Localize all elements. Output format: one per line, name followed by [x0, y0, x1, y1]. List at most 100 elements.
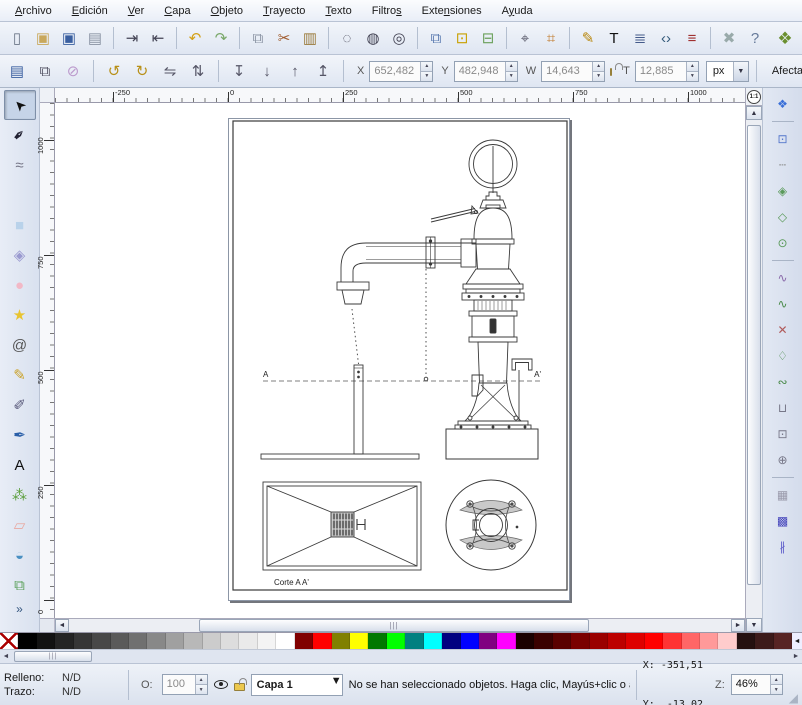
color-swatch[interactable]: [184, 633, 202, 649]
color-swatch[interactable]: [755, 633, 773, 649]
color-swatch[interactable]: [516, 633, 534, 649]
snap-smooth-nodes-icon[interactable]: ∾: [769, 370, 797, 394]
snap-bbox-corners-icon[interactable]: ◈: [769, 179, 797, 203]
vertical-scroll-track[interactable]: [746, 120, 762, 618]
snap-bbox-icon[interactable]: ⊡: [769, 127, 797, 151]
horizontal-scrollbar[interactable]: ◄ ||| ►: [40, 618, 745, 632]
color-swatch[interactable]: [553, 633, 571, 649]
color-swatch[interactable]: [774, 633, 792, 649]
ellipse-tool[interactable]: ●: [4, 270, 36, 300]
y-field-spinners[interactable]: ▲▼: [505, 62, 517, 81]
color-swatch[interactable]: [718, 633, 736, 649]
height-field-spinners[interactable]: ▲▼: [686, 62, 698, 81]
color-swatch[interactable]: [111, 633, 129, 649]
flip-horizontal-icon[interactable]: ⇋: [157, 58, 183, 84]
palette-overflow-arrow[interactable]: ◄: [792, 633, 802, 649]
rotate-ccw-icon[interactable]: ↺: [101, 58, 127, 84]
snap-paths-icon[interactable]: ∿: [769, 292, 797, 316]
menu-extensiones[interactable]: Extensiones: [413, 2, 491, 20]
color-swatch[interactable]: [442, 633, 460, 649]
calligraphy-tool[interactable]: ✒: [4, 420, 36, 450]
color-swatch[interactable]: [147, 633, 165, 649]
new-document-icon[interactable]: ▯: [4, 25, 30, 51]
import-icon[interactable]: ⇥: [119, 25, 145, 51]
zoom-drawing-icon[interactable]: ◍: [360, 25, 386, 51]
menu-archivo[interactable]: Archivo: [6, 2, 61, 20]
horizontal-scroll-thumb[interactable]: |||: [199, 619, 589, 632]
fill-stroke-icon[interactable]: ✎: [575, 25, 601, 51]
selector-tool[interactable]: ➤: [4, 90, 36, 120]
snap-bbox-edges-icon[interactable]: ┄: [769, 153, 797, 177]
bucket-tool[interactable]: ◒: [4, 540, 36, 570]
palette-scroll-left-arrow[interactable]: ◄: [0, 653, 12, 660]
snap-rotation-center-icon[interactable]: ⊕: [769, 448, 797, 472]
unlink-clone-icon[interactable]: ⊟: [475, 25, 501, 51]
color-swatch[interactable]: [737, 633, 755, 649]
horizontal-scroll-track[interactable]: |||: [69, 619, 731, 632]
rotate-cw-icon[interactable]: ↻: [129, 58, 155, 84]
box3d-tool[interactable]: ◈: [4, 240, 36, 270]
snap-grid-icon[interactable]: ▩: [769, 509, 797, 533]
color-swatch[interactable]: [129, 633, 147, 649]
vertical-ruler[interactable]: 10007505002500: [40, 103, 55, 618]
redo-icon[interactable]: ↷: [208, 25, 234, 51]
save-document-icon[interactable]: ▣: [56, 25, 82, 51]
snap-bbox-centers-icon[interactable]: ⊙: [769, 231, 797, 255]
color-swatch[interactable]: [239, 633, 257, 649]
color-swatch[interactable]: [295, 633, 313, 649]
spray-tool[interactable]: ⁂: [4, 480, 36, 510]
preferences-icon[interactable]: ✖: [716, 25, 742, 51]
width-field[interactable]: 14,643 ▲▼: [541, 61, 605, 82]
scroll-left-arrow[interactable]: ◄: [55, 619, 69, 632]
snap-guides-icon[interactable]: ∦: [769, 535, 797, 559]
snap-intersections-icon[interactable]: ✕: [769, 318, 797, 342]
spiral-tool[interactable]: @: [4, 330, 36, 360]
color-swatch[interactable]: [37, 633, 55, 649]
menu-texto[interactable]: Texto: [316, 2, 360, 20]
cut-icon[interactable]: ✂: [271, 25, 297, 51]
snap-page-border-icon[interactable]: ▦: [769, 483, 797, 507]
pencil-tool[interactable]: ✎: [4, 360, 36, 390]
undo-icon[interactable]: ↶: [182, 25, 208, 51]
zoom-page-icon[interactable]: ◎: [386, 25, 412, 51]
layer-dropdown[interactable]: Capa 1 ▼: [251, 674, 343, 696]
zoom-selection-icon[interactable]: ◌: [334, 25, 360, 51]
text-tool[interactable]: A: [4, 450, 36, 480]
color-swatch[interactable]: [461, 633, 479, 649]
palette-scroll-right-arrow[interactable]: ►: [790, 653, 802, 660]
color-swatch[interactable]: [92, 633, 110, 649]
canvas-viewport[interactable]: A A' Corte A A': [55, 103, 745, 618]
swatch-none[interactable]: [0, 633, 18, 649]
select-all-layers-icon[interactable]: ⧉: [32, 58, 58, 84]
color-swatch[interactable]: [221, 633, 239, 649]
x-field[interactable]: 652,482 ▲▼: [369, 61, 433, 82]
color-swatch[interactable]: [18, 633, 36, 649]
color-swatch[interactable]: [368, 633, 386, 649]
color-swatch[interactable]: [350, 633, 368, 649]
opacity-field[interactable]: 100 ▲▼: [162, 674, 208, 695]
bezier-tool[interactable]: ✐: [4, 390, 36, 420]
text-dialog-icon[interactable]: T: [601, 25, 627, 51]
height-field[interactable]: 12,885 ▲▼: [635, 61, 699, 82]
units-dropdown[interactable]: px ▼: [706, 61, 749, 82]
opacity-spinners[interactable]: ▲▼: [195, 675, 207, 694]
snap-bbox-midpoints-icon[interactable]: ◇: [769, 205, 797, 229]
snap-master-icon[interactable]: ❖: [769, 92, 797, 116]
zoom-spinners[interactable]: ▲▼: [770, 675, 782, 694]
color-swatch[interactable]: [571, 633, 589, 649]
toolbox-overflow-chevron[interactable]: »: [16, 602, 23, 616]
align-dialog-icon[interactable]: ≡: [679, 25, 705, 51]
select-all-icon[interactable]: ▤: [4, 58, 30, 84]
units-dropdown-arrow[interactable]: ▼: [733, 62, 748, 81]
clone-icon[interactable]: ⊡: [449, 25, 475, 51]
menu-objeto[interactable]: Objeto: [202, 2, 252, 20]
scroll-right-arrow[interactable]: ►: [731, 619, 745, 632]
x-field-spinners[interactable]: ▲▼: [420, 62, 432, 81]
raise-icon[interactable]: ↑: [282, 58, 308, 84]
color-swatch[interactable]: [590, 633, 608, 649]
raise-to-top-icon[interactable]: ↥: [310, 58, 336, 84]
menu-ayuda[interactable]: Ayuda: [493, 2, 542, 20]
color-swatch[interactable]: [313, 633, 331, 649]
color-swatch[interactable]: [258, 633, 276, 649]
resize-grip[interactable]: ◢: [789, 691, 798, 705]
